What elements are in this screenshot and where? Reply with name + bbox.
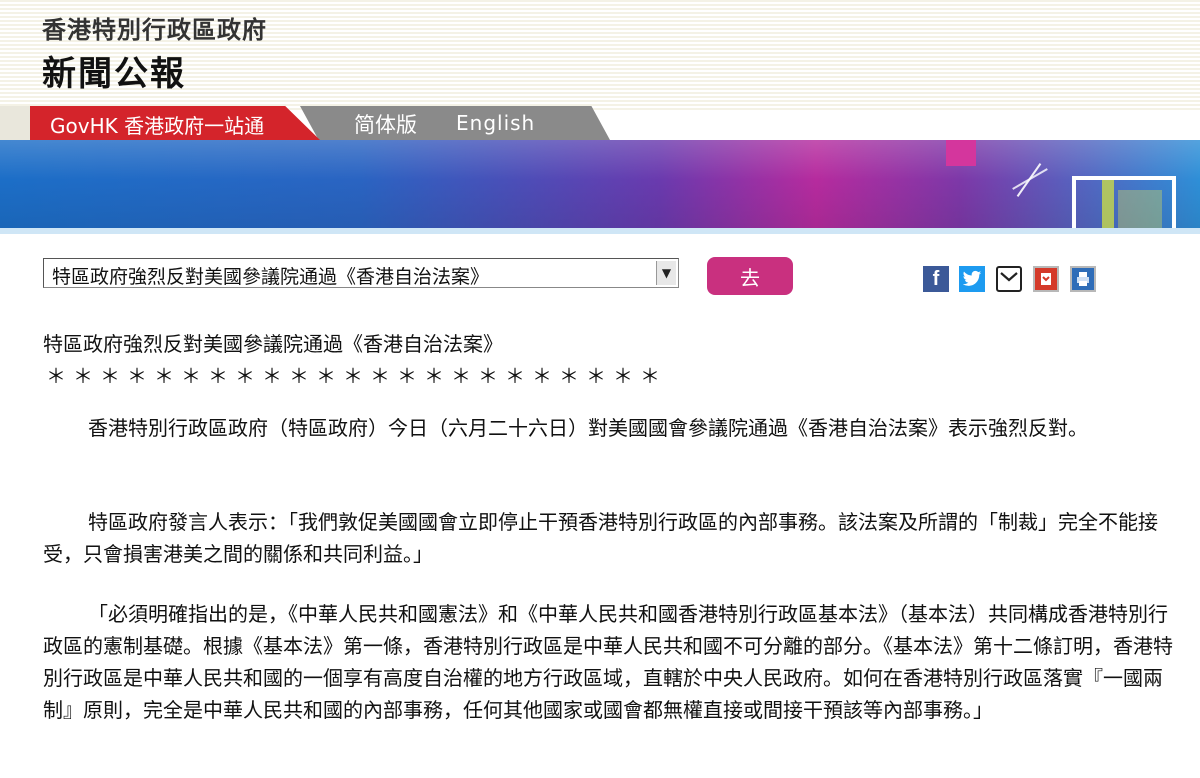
decorative-banner — [0, 140, 1200, 228]
banner-divider — [0, 228, 1200, 234]
title-separator: ＊＊＊＊＊＊＊＊＊＊＊＊＊＊＊＊＊＊＊＊＊＊＊ — [46, 364, 667, 388]
banner-square — [946, 140, 976, 166]
twitter-icon[interactable] — [959, 266, 985, 292]
article-title: 特區政府強烈反對美國參議院通過《香港自治法案》 — [43, 332, 503, 356]
govhk-tab[interactable]: GovHK 香港政府一站通 — [30, 106, 320, 140]
site-header: 香港特別行政區政府 新聞公報 — [0, 0, 1200, 110]
simplified-chinese-link[interactable]: 简体版 — [354, 109, 417, 139]
press-releases-title[interactable]: 新聞公報 — [42, 46, 186, 95]
article-paragraph: 香港特別行政區政府（特區政府）今日（六月二十六日）對美國國會參議院通過《香港自治… — [88, 416, 1088, 440]
nav-stripe — [0, 106, 30, 140]
email-icon[interactable] — [996, 266, 1022, 292]
government-name: 香港特別行政區政府 — [42, 16, 267, 44]
article-select[interactable]: 特區政府強烈反對美國參議院通過《香港自治法案》 ▼ — [43, 258, 679, 288]
print-icon[interactable] — [1070, 266, 1096, 292]
go-button[interactable]: 去 — [707, 257, 793, 295]
bookmark-icon[interactable] — [1033, 266, 1059, 292]
facebook-icon[interactable]: f — [923, 266, 949, 292]
selected-article: 特區政府強烈反對美國參議院通過《香港自治法案》 — [52, 266, 490, 288]
article-paragraph: 特區政府發言人表示：「我們敦促美國國會立即停止干預香港特別行政區的內部事務。該法… — [43, 510, 1158, 566]
banner-frame — [1072, 176, 1176, 228]
top-nav: 简体版 English GovHK 香港政府一站通 — [0, 106, 1200, 140]
article-paragraph: 「必須明確指出的是，《中華人民共和國憲法》和《中華人民共和國香港特別行政區基本法… — [43, 602, 1173, 722]
english-link[interactable]: English — [456, 111, 535, 135]
govhk-link[interactable]: GovHK 香港政府一站通 — [50, 110, 264, 139]
language-tabs: 简体版 English — [300, 106, 610, 140]
dropdown-arrow-icon[interactable]: ▼ — [656, 261, 676, 285]
